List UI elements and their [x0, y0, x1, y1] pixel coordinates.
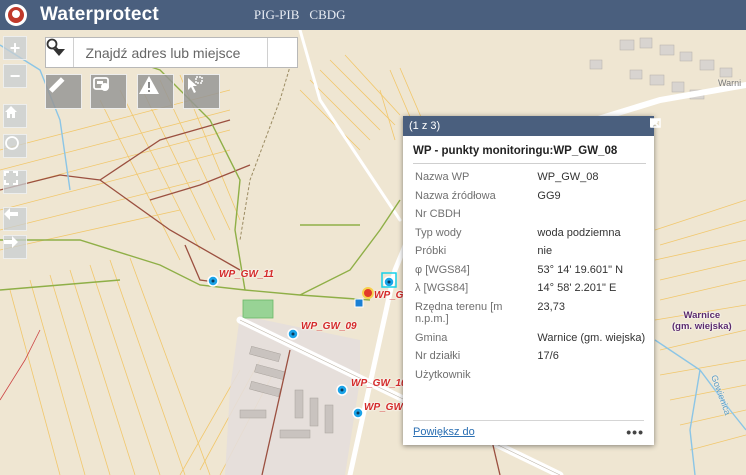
layers-icon	[93, 77, 109, 91]
attr-row: Próbki nie	[415, 245, 553, 257]
fullscreen-icon	[4, 171, 18, 185]
point-label-wp-gw-10: WP_GW_10	[351, 378, 407, 389]
app-header: Waterprotect PIG-PIB CBDG	[0, 0, 746, 30]
more-actions-icon[interactable]: •••	[626, 424, 644, 440]
select-icon	[188, 76, 203, 93]
attr-row: Rzędna terenu [m n.p.m.] 23,73	[415, 300, 565, 326]
fullscreen-button[interactable]	[3, 170, 27, 194]
select-button[interactable]	[183, 74, 220, 109]
popup-header: (1 z 3)	[403, 116, 661, 136]
attr-row: Nazwa WP WP_GW_08	[415, 171, 599, 183]
attribute-table: Nazwa WP WP_GW_08 Nazwa źródłowa GG9 Nr CB…	[415, 171, 646, 381]
arrow-left-icon	[4, 208, 18, 220]
attr-row: λ [WGS84] 14° 58' 2.201" E	[415, 282, 617, 294]
popup-footer: Powiększ do •••	[413, 420, 644, 442]
zoom-to-link[interactable]: Powiększ do	[413, 426, 475, 438]
search-button[interactable]	[46, 38, 297, 67]
arrow-right-icon	[4, 236, 18, 248]
attr-row: Nazwa źródłowa GG9	[415, 189, 561, 202]
point-label-wp-gw: WP_GW	[364, 402, 403, 413]
measure-button[interactable]	[45, 74, 82, 109]
attr-row: Nr działki 17/6	[415, 350, 559, 362]
popup-counter: (1 z 3)	[409, 120, 441, 132]
close-icon[interactable]	[650, 118, 660, 128]
feature-popup: (1 z 3) WP - punkty monitoringu:WP_GW_08…	[403, 116, 661, 445]
home-icon	[5, 106, 17, 118]
point-label-wp-gw-09: WP_GW_09	[301, 321, 357, 332]
attr-row: Typ wody woda podziemna	[415, 226, 621, 239]
point-label-wp-gw-11: WP_GW_11	[219, 269, 274, 280]
warning-icon	[139, 76, 159, 94]
locate-icon	[5, 136, 19, 150]
town-label-warnice: Warnice (gm. wiejska)	[672, 310, 732, 332]
back-button[interactable]	[3, 207, 27, 231]
search-icon	[46, 38, 61, 53]
attr-row: Użytkownik	[415, 368, 471, 381]
map-view[interactable]: WP_GW_11 WP_GW_09 WP_GW_10 WP_GW WP_GW W…	[0, 30, 746, 475]
home-button[interactable]	[3, 104, 27, 128]
search-bar	[45, 37, 298, 68]
layers-button[interactable]	[90, 74, 127, 109]
app-logo	[5, 4, 27, 26]
header-link-pig-pib[interactable]: PIG-PIB	[254, 7, 300, 23]
measure-icon	[48, 77, 65, 93]
popup-title: WP - punkty monitoringu:WP_GW_08	[413, 145, 646, 164]
header-link-cbdg[interactable]: CBDG	[309, 7, 345, 23]
locate-button[interactable]	[3, 134, 27, 158]
warning-button[interactable]	[137, 74, 174, 109]
forward-button[interactable]	[3, 235, 27, 259]
place-label-warni: Warni	[718, 78, 742, 88]
app-title: Waterprotect	[40, 4, 159, 25]
attr-row: Nr CBDH	[415, 208, 461, 220]
search-input[interactable]	[73, 39, 267, 66]
zoom-in-button[interactable]: +	[3, 36, 27, 60]
zoom-out-button[interactable]: −	[3, 64, 27, 88]
attr-row: Gmina Warnice (gm. wiejska)	[415, 331, 646, 344]
attr-row: φ [WGS84] 53° 14' 19.601" N	[415, 263, 624, 276]
